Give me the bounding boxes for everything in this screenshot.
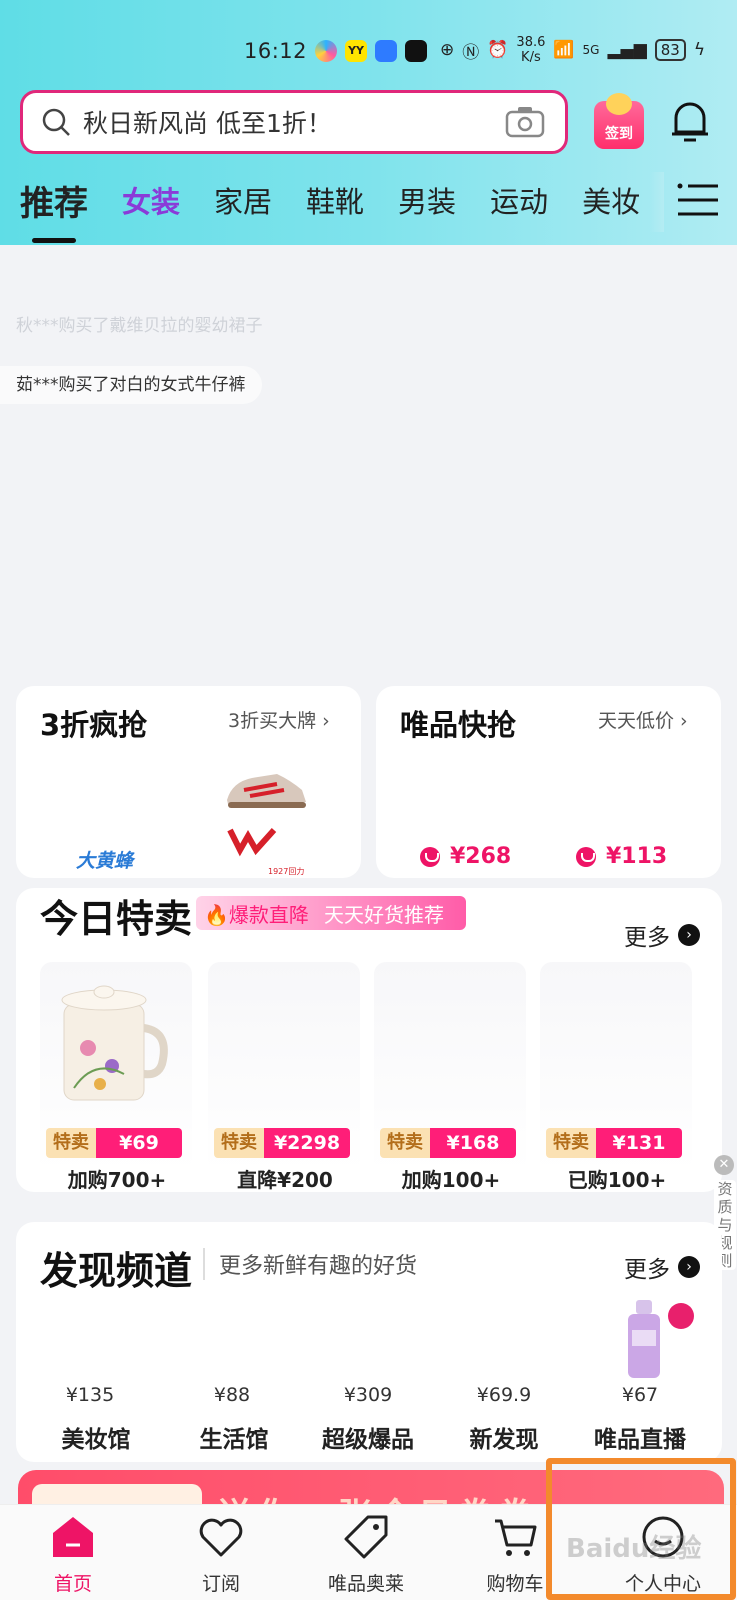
signal-5g: 5G bbox=[582, 43, 600, 57]
network-speed: 38.6 K/s bbox=[516, 35, 546, 65]
vip-icon bbox=[576, 846, 596, 867]
tab-shoes[interactable]: 鞋靴 bbox=[306, 179, 364, 221]
battery-level: 83 bbox=[654, 39, 686, 61]
price-tag: 特卖 ¥69 bbox=[46, 1128, 182, 1158]
badge-hot: 🔥爆款直降 bbox=[204, 902, 309, 927]
heart-icon bbox=[199, 1518, 243, 1557]
signin-label: 签到 bbox=[605, 126, 633, 142]
channel-live[interactable]: 唯品直播 bbox=[570, 1420, 710, 1454]
search-icon bbox=[42, 108, 70, 136]
price-tag: 特卖 ¥2298 bbox=[214, 1128, 350, 1158]
status-bar-left: 16:12 YY bbox=[244, 34, 428, 68]
nav-home[interactable]: 首页 bbox=[18, 1513, 128, 1596]
promo-link[interactable]: 天天低价 › bbox=[598, 706, 688, 733]
today-sale-more[interactable]: 更多 › bbox=[624, 918, 700, 952]
product-note: 直降¥200 bbox=[237, 1168, 333, 1192]
alarm-icon: ⏰ bbox=[487, 40, 509, 60]
product-note: 已购100+ bbox=[567, 1168, 667, 1192]
signal-bars-icon: ▂▄▆ bbox=[607, 40, 647, 60]
close-icon[interactable]: ✕ bbox=[714, 1155, 734, 1175]
yy-icon: YY bbox=[345, 40, 368, 62]
browser-icon bbox=[375, 40, 398, 62]
vip-icon bbox=[420, 846, 440, 867]
brand-logo-dahuangfeng: 大黄蜂 bbox=[76, 850, 134, 872]
watermark: Baidu经验 bbox=[566, 1534, 702, 1564]
serum-bottle-image bbox=[628, 1300, 660, 1378]
tab-beauty[interactable]: 美妆 bbox=[582, 179, 640, 221]
cart-icon bbox=[495, 1519, 537, 1556]
tea-mug-image bbox=[61, 985, 168, 1101]
camera-icon[interactable] bbox=[505, 106, 545, 138]
tiktok-icon bbox=[405, 40, 428, 62]
price-tag: 特卖 ¥131 bbox=[546, 1128, 682, 1158]
product-note: 加购700+ bbox=[67, 1168, 167, 1192]
nfc-icon: ⊕ bbox=[440, 40, 455, 60]
product-note: 加购100+ bbox=[401, 1168, 501, 1192]
nav-subscribe[interactable]: 订阅 bbox=[166, 1513, 276, 1596]
today-sale-title: 今日特卖 bbox=[40, 897, 193, 941]
tab-home[interactable]: 家居 bbox=[214, 179, 272, 221]
promo-card-flash[interactable]: 唯品快抢 天天低价 › ¥268 ¥113 bbox=[376, 686, 721, 878]
discover-more[interactable]: 更多 › bbox=[624, 1250, 700, 1284]
n-icon: Ⓝ bbox=[462, 42, 480, 63]
live-icon bbox=[668, 1303, 694, 1329]
channel-new[interactable]: 新发现 bbox=[434, 1420, 574, 1454]
flash-price: ¥113 bbox=[576, 844, 667, 869]
sale-badge: 🔥爆款直降 天天好货推荐 bbox=[196, 896, 466, 930]
channel-price: ¥309 bbox=[343, 1384, 393, 1406]
brand-logo-huili bbox=[227, 827, 277, 857]
status-bar-right: ⊕ Ⓝ ⏰ 38.6 K/s 📶 5G ▂▄▆ 83 ϟ bbox=[440, 32, 705, 68]
tab-men[interactable]: 男装 bbox=[398, 179, 456, 221]
bell-icon[interactable] bbox=[668, 98, 712, 144]
nav-outlet[interactable]: 唯品奥莱 bbox=[311, 1513, 421, 1596]
channel-life[interactable]: 生活馆 bbox=[164, 1420, 304, 1454]
signin-button[interactable]: 签到 bbox=[590, 93, 648, 151]
channel-price: ¥69.9 bbox=[476, 1384, 532, 1406]
tag-icon bbox=[344, 1515, 388, 1559]
channel-beauty[interactable]: 美妆馆 bbox=[26, 1420, 166, 1454]
promo-card-3fold[interactable]: 3折疯抢 3折买大牌 › 大黄蜂 1927回力 bbox=[16, 686, 361, 878]
wifi-icon: 📶 bbox=[553, 40, 575, 60]
channel-super[interactable]: 超级爆品 bbox=[298, 1420, 438, 1454]
search-placeholder: 秋日新风尚 低至1折！ bbox=[83, 109, 332, 138]
brand-label-huili: 1927回力 bbox=[268, 867, 305, 876]
charging-icon: ϟ bbox=[693, 40, 706, 60]
badge-daily: 天天好货推荐 bbox=[324, 902, 444, 927]
tab-women[interactable]: 女装 bbox=[122, 179, 180, 221]
promo-link[interactable]: 3折买大牌 › bbox=[228, 706, 330, 733]
home-icon bbox=[53, 1517, 93, 1557]
flash-price: ¥268 bbox=[420, 844, 511, 869]
sneaker-image bbox=[227, 774, 306, 808]
channel-price: ¥88 bbox=[213, 1384, 251, 1406]
tab-sports[interactable]: 运动 bbox=[490, 179, 548, 221]
coin-icon bbox=[606, 93, 632, 115]
channel-price: ¥67 bbox=[621, 1384, 659, 1406]
purchase-ticker: 秋***购买了戴维贝拉的婴幼裙子 bbox=[16, 316, 263, 336]
discover-title: 发现频道 bbox=[40, 1249, 193, 1293]
discover-subtitle: 更多新鲜有趣的好货 bbox=[203, 1248, 417, 1280]
promo-title: 唯品快抢 bbox=[400, 708, 517, 742]
channel-price: ¥135 bbox=[65, 1384, 115, 1406]
status-time: 16:12 bbox=[244, 39, 308, 63]
price-tag: 特卖 ¥168 bbox=[380, 1128, 516, 1158]
promo-title: 3折疯抢 bbox=[40, 708, 148, 742]
menu-icon[interactable] bbox=[676, 180, 720, 220]
purchase-ticker: 茹***购买了对白的女式牛仔裤 bbox=[0, 366, 262, 404]
arrow-right-icon: › bbox=[678, 924, 700, 946]
tab-recommend[interactable]: 推荐 bbox=[20, 176, 88, 243]
tab-fade bbox=[650, 172, 664, 232]
app-icon bbox=[315, 40, 338, 62]
arrow-right-icon: › bbox=[678, 1256, 700, 1278]
search-bar[interactable]: 秋日新风尚 低至1折！ bbox=[20, 90, 568, 154]
category-tabs: 推荐 女装 家居 鞋靴 男装 运动 美妆 bbox=[20, 170, 674, 243]
